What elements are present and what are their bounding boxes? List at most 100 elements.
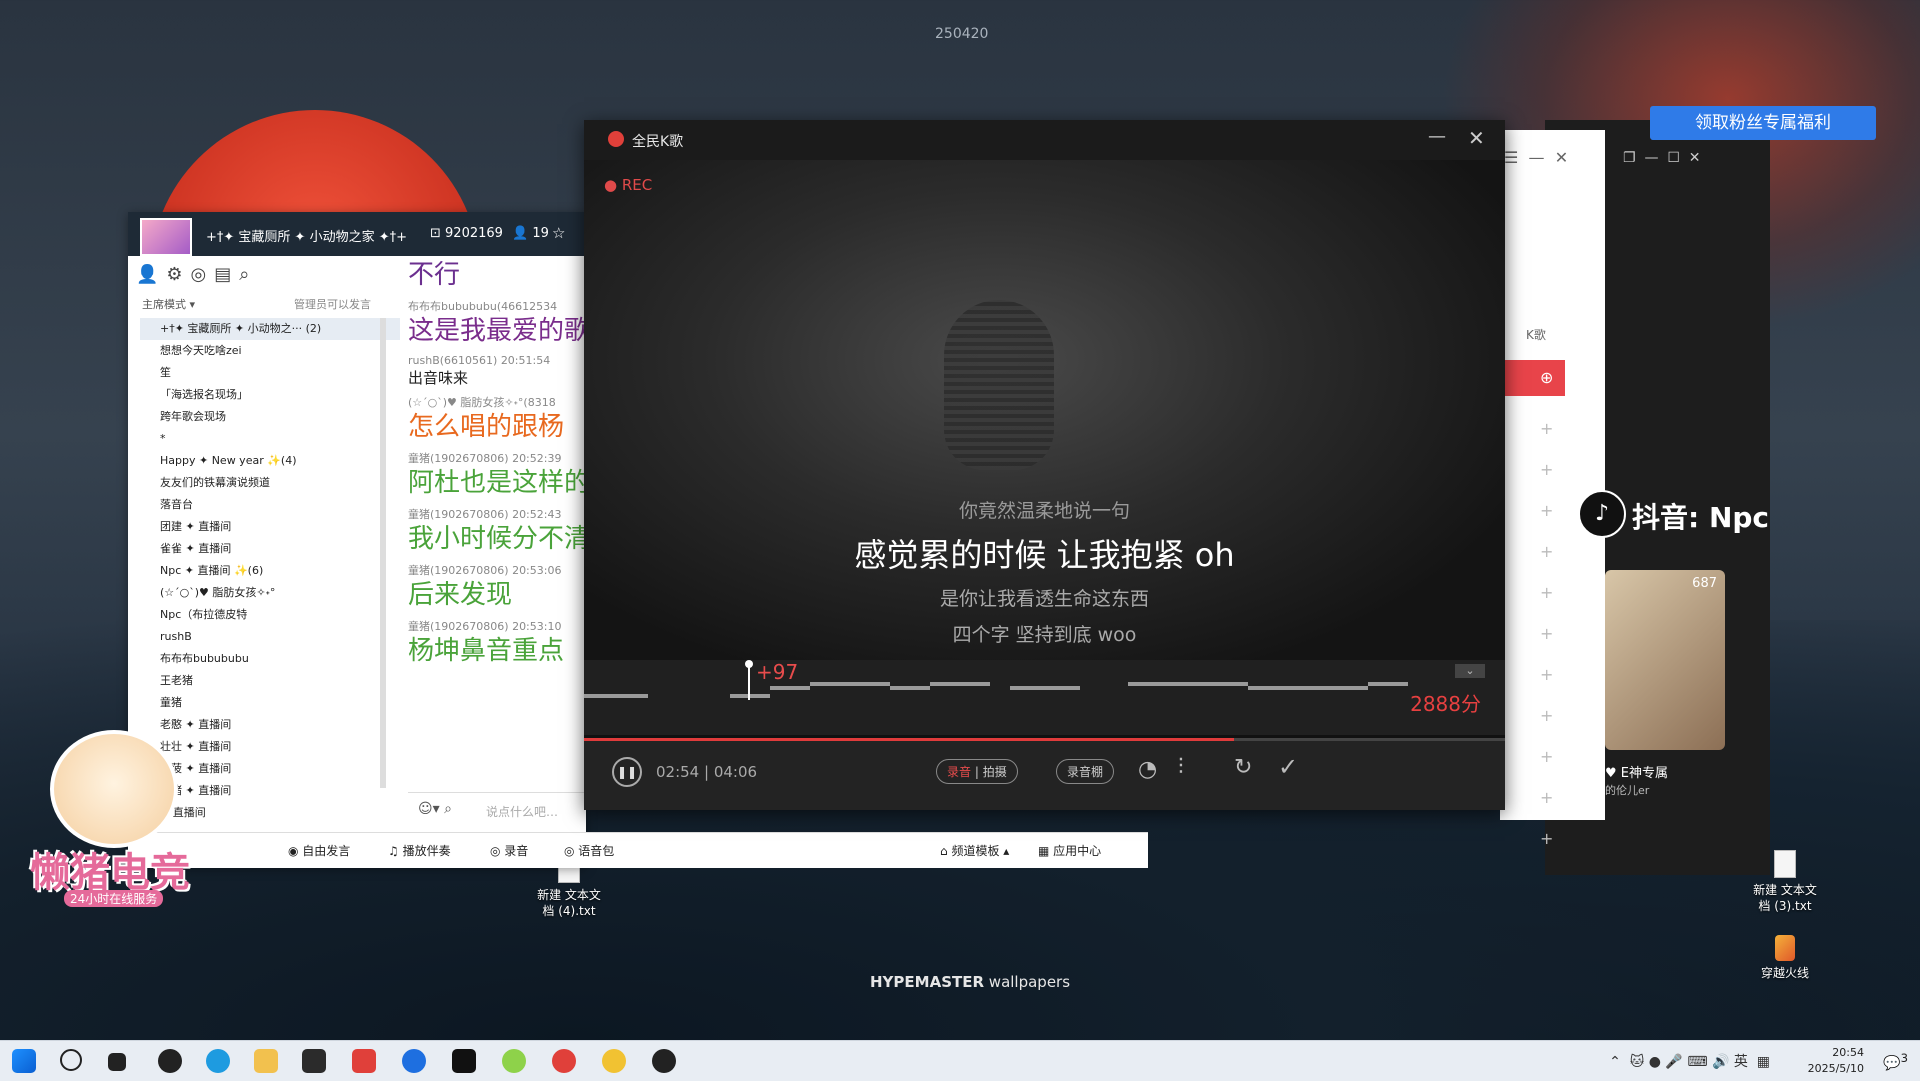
- score-increment: +97: [756, 660, 799, 684]
- channel-tree-item[interactable]: rushB: [140, 626, 400, 648]
- record-button[interactable]: ◎ 录音: [490, 842, 528, 859]
- video-caption: ♥ E神专属: [1605, 766, 1669, 781]
- channel-tree-item[interactable]: 跨年歌会现场: [140, 406, 400, 428]
- chat-message-meta: 童猪(1902670806) 20:53:10: [408, 620, 562, 633]
- emoji-icon[interactable]: ☺▾ ⌕: [418, 801, 452, 817]
- task-view-icon[interactable]: [108, 1053, 126, 1071]
- channel-tree-item[interactable]: 布布布bubububu: [140, 648, 400, 670]
- play-accompaniment-button[interactable]: ♫ 播放伴奏: [388, 842, 451, 859]
- lyric-current: 感觉累的时候 让我抱紧 oh: [854, 536, 1235, 574]
- equalizer-icon[interactable]: ⫶: [1178, 755, 1184, 780]
- chat-message-text: 怎么唱的跟杨: [408, 412, 565, 442]
- speed-gauge-icon[interactable]: ◔: [1138, 757, 1157, 782]
- add-icon[interactable]: ⊕: [1540, 368, 1553, 387]
- list-item-selected[interactable]: ⊕: [1500, 360, 1565, 396]
- channel-tree-item[interactable]: (☆´○`)♥ 脂肪女孩✧˖°: [140, 582, 400, 604]
- channel-tree-item[interactable]: 笙: [140, 362, 400, 384]
- collapse-chevron-icon[interactable]: ⌄: [1455, 664, 1485, 678]
- quanmin-k-song-window: 全民K歌 — ✕ ● REC 你竟然温柔地说一句 感觉累的时候 让我抱紧 oh …: [584, 120, 1505, 810]
- add-icons-column[interactable]: + + + + + + + + + + +: [1540, 408, 1553, 859]
- channel-tree-item[interactable]: +†✦ 宝藏厕所 ✦ 小动物之··· (2): [140, 318, 400, 340]
- edge-icon[interactable]: [206, 1049, 230, 1073]
- file-explorer-icon[interactable]: [254, 1049, 278, 1073]
- capcut-icon[interactable]: [452, 1049, 476, 1073]
- finish-check-icon[interactable]: ✓: [1278, 753, 1298, 781]
- channel-template-button[interactable]: ⌂ 频道模板 ▴: [940, 842, 1009, 859]
- channel-tree-item[interactable]: 王老猪: [140, 670, 400, 692]
- wallpaper-brand: HYPEMASTER wallpapers: [870, 973, 1071, 991]
- chat-message-meta: (☆´○`)♥ 脂肪女孩✧˖°(8318: [408, 396, 556, 409]
- bilibili-icon[interactable]: [652, 1049, 676, 1073]
- channel-tree-item[interactable]: 落音台: [140, 494, 400, 516]
- chat-message-text: 杨坤鼻音重点: [408, 636, 565, 666]
- taskbar: ⌃ 🐱 ● 🎤 ⌨ 🔊 英 ▦ 20:54 2025/5/10 💬3: [0, 1040, 1920, 1081]
- pitch-bar: [584, 694, 648, 698]
- player-controls: ❚❚ 02:54 | 04:06 录音 | 拍摄 录音棚 ◔ ⫶ ↻ ✓: [584, 741, 1505, 810]
- chat-message-meta: 布布布bubububu(46612534: [408, 300, 558, 313]
- song-list-window: ☰ — ✕ K歌 ⊕ + + + + + + + + + + +: [1500, 130, 1605, 848]
- lyric-next-2: 四个字 坚持到底 woo: [952, 624, 1137, 646]
- lyric-next: 是你让我看透生命这东西: [939, 588, 1149, 610]
- yy-icon[interactable]: [602, 1049, 626, 1073]
- window-controls[interactable]: ❐ — ☐ ✕: [1623, 150, 1701, 166]
- mode-select[interactable]: 主席模式 ▾: [142, 296, 195, 312]
- video-subcaption: 的伦儿er: [1605, 784, 1650, 797]
- crossfire-icon: [1775, 935, 1795, 961]
- quanmin-k-song-icon[interactable]: [552, 1049, 576, 1073]
- g-app-icon[interactable]: [302, 1049, 326, 1073]
- channel-tree-item[interactable]: Npc（布拉德皮特: [140, 604, 400, 626]
- chat-message-text: 不行: [408, 260, 461, 290]
- channel-tree-item[interactable]: *: [140, 428, 400, 450]
- window-controls[interactable]: ☰ — ✕: [1504, 148, 1568, 167]
- chat-message-text: 后来发现: [408, 580, 513, 610]
- channel-tree-item[interactable]: 「海选报名现场」: [140, 384, 400, 406]
- channel-tree-item[interactable]: 友友们的铁幕演说频道: [140, 472, 400, 494]
- search-icon[interactable]: [60, 1049, 82, 1071]
- title-bar: 全民K歌 — ✕: [584, 120, 1505, 160]
- channel-tree-item[interactable]: 童猪: [140, 692, 400, 714]
- game-app-icon[interactable]: [502, 1049, 526, 1073]
- k-song-logo-icon: [608, 131, 624, 147]
- chat-message-meta: 童猪(1902670806) 20:52:43: [408, 508, 562, 521]
- toolbar-icons[interactable]: 👤⚙◎▤⌕: [136, 264, 257, 285]
- netease-music-icon[interactable]: [352, 1049, 376, 1073]
- channel-avatar[interactable]: [140, 218, 192, 256]
- notification-icon[interactable]: 💬3: [1883, 1051, 1908, 1072]
- studio-button[interactable]: 录音棚: [1056, 759, 1115, 784]
- start-windows-icon[interactable]: [12, 1049, 36, 1073]
- video-thumbnail[interactable]: 687: [1605, 570, 1725, 750]
- channel-tree-item[interactable]: Happy ✦ New year ✨(4): [140, 450, 400, 472]
- close-button[interactable]: ✕: [1468, 126, 1485, 150]
- minimize-button[interactable]: —: [1428, 126, 1446, 147]
- channel-tree-item[interactable]: Npc ✦ 直播间 ✨(6): [140, 560, 400, 582]
- channel-tree-item[interactable]: 团建 ✦ 直播间: [140, 516, 400, 538]
- pitch-bar: [890, 686, 930, 690]
- chat-message-meta: 童猪(1902670806) 20:53:06: [408, 564, 562, 577]
- channel-tree-item[interactable]: 雀雀 ✦ 直播间: [140, 538, 400, 560]
- qq-icon[interactable]: [158, 1049, 182, 1073]
- fan-benefit-button[interactable]: 领取粉丝专属福利: [1650, 106, 1876, 140]
- record-mode-toggle[interactable]: 录音 | 拍摄: [936, 759, 1018, 784]
- favorite-star-icon[interactable]: ☆: [552, 224, 565, 242]
- repeat-icon[interactable]: ↻: [1234, 755, 1252, 780]
- bear-mascot: [50, 730, 178, 848]
- wallpaper-id: 250420: [935, 26, 989, 42]
- desktop-icon-crossfire[interactable]: 穿越火线: [1740, 935, 1830, 981]
- app-center-button[interactable]: ▦ 应用中心: [1038, 842, 1101, 859]
- pitch-bar: [770, 686, 810, 690]
- permission-text: 管理员可以发言: [294, 298, 371, 311]
- channel-tree-item[interactable]: 想想今天吃啥zei: [140, 340, 400, 362]
- clock[interactable]: 20:54 2025/5/10: [1808, 1045, 1864, 1077]
- douyin-logo-icon: ♪: [1578, 490, 1626, 538]
- pitch-bar: [730, 694, 770, 698]
- tree-scrollbar[interactable]: [380, 318, 386, 788]
- voice-pack-button[interactable]: ◎ 语音包: [564, 842, 614, 859]
- chat-input[interactable]: ☺▾ ⌕ 说点什么吧…: [408, 792, 586, 827]
- kugou-icon[interactable]: [402, 1049, 426, 1073]
- pause-icon[interactable]: ❚❚: [612, 757, 642, 787]
- system-tray[interactable]: ⌃ 🐱 ● 🎤 ⌨ 🔊 英 ▦: [1609, 1051, 1770, 1071]
- free-speech-button[interactable]: ◉ 自由发言: [288, 842, 350, 859]
- douyin-account: 抖音: Npc: [1632, 501, 1770, 534]
- chat-message-meta: 童猪(1902670806) 20:52:39: [408, 452, 562, 465]
- yy-header: +†✦ 宝藏厕所 ✦ 小动物之家 ✦†+ ⊡ 9202169 👤 19 ☆: [128, 212, 586, 256]
